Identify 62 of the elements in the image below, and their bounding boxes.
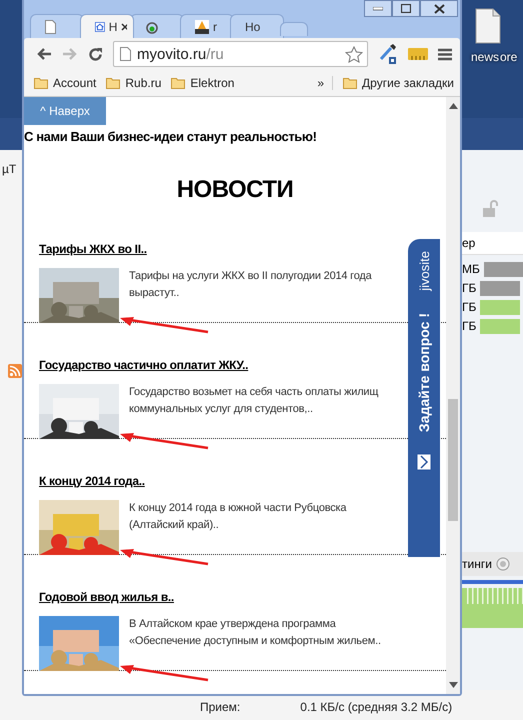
bookmark-folder[interactable]: Account [34, 76, 96, 90]
scrollbar[interactable] [446, 97, 460, 694]
minimize-button[interactable] [364, 0, 392, 17]
chat-widget-tab[interactable]: jivosite Задайте вопрос ! [408, 239, 440, 557]
minimize-icon [373, 6, 383, 10]
news-summary: К концу 2014 года в южной части Рубцовска (Алтайский край).. [129, 501, 348, 533]
bookmark-folder[interactable]: Elektron [171, 76, 234, 90]
size-cell: ГБ [462, 281, 476, 295]
radio-icon[interactable] [496, 557, 510, 571]
ruler-icon[interactable] [408, 48, 428, 60]
close-icon[interactable] [121, 22, 127, 30]
news-title-link[interactable]: К концу 2014 года.. [39, 474, 145, 488]
news-title-link[interactable]: Государство частично оплатит ЖКУ.. [39, 358, 248, 372]
section-heading: НОВОСТИ [176, 176, 294, 204]
rss-icon [8, 364, 22, 378]
size-cell: МБ [462, 262, 480, 276]
column-header[interactable]: ер [462, 236, 476, 250]
browser-tab[interactable] [30, 14, 84, 38]
news-summary: В Алтайском крае утверждена программа «Обеспечение доступным и комфортным жильем.. [129, 617, 382, 649]
speed-graph [462, 580, 523, 630]
close-button[interactable] [420, 0, 458, 17]
bookmark-folder[interactable]: Другие закладки [343, 76, 454, 90]
menu-icon[interactable] [438, 48, 452, 60]
maximize-icon [401, 4, 411, 13]
page-icon [45, 20, 56, 34]
size-cell: ГБ [462, 300, 476, 314]
news-title-link[interactable]: Тарифы ЖКХ во II.. [39, 242, 147, 256]
ring-icon [145, 20, 159, 34]
document-icon[interactable] [475, 8, 501, 44]
scroll-thumb[interactable] [448, 399, 458, 521]
browser-tab[interactable]: r [180, 14, 234, 38]
news-summary: Тарифы на услуги ЖКХ во II полугодии 2014 года вырастут.. [129, 269, 373, 301]
news-title-link[interactable]: Годовой ввод жилья в.. [39, 590, 174, 604]
more-bookmarks-button[interactable]: » [317, 76, 334, 90]
logo-icon [195, 20, 209, 34]
chevron-icon [417, 454, 431, 470]
bookmark-folder[interactable]: Rub.ru [106, 76, 162, 90]
status-label: Прием: [200, 700, 240, 714]
news-summary: Государство возьмет на себя часть оплаты жилищ коммунальных услуг для студентов,.. [129, 385, 380, 417]
app-logo-text: µT [2, 162, 16, 176]
desktop-icon-label[interactable]: news [470, 50, 499, 64]
address-bar[interactable]: myovito.ru/ru [113, 41, 368, 67]
browser-tab[interactable]: H [80, 14, 134, 38]
status-value: 0.1 КБ/с (средняя 3.2 МБ/с) [300, 700, 452, 714]
maximize-button[interactable] [392, 0, 420, 17]
folder-icon [171, 77, 186, 89]
home-icon [95, 20, 105, 34]
desktop-icon-label[interactable]: ore [500, 50, 518, 64]
scroll-up-icon[interactable] [448, 103, 458, 109]
tagline: С нами Ваши бизнес-идеи станут реальностью! [24, 129, 318, 144]
folder-icon [106, 77, 120, 89]
page-icon [120, 47, 131, 61]
eyedropper-icon[interactable] [378, 43, 398, 65]
reload-icon[interactable] [88, 46, 103, 62]
close-icon [434, 4, 444, 14]
browser-tab[interactable]: Ho [230, 14, 284, 38]
scroll-down-icon[interactable] [448, 682, 458, 688]
star-icon[interactable] [345, 46, 363, 62]
size-cell: ГБ [462, 319, 476, 333]
folder-icon [343, 77, 358, 89]
folder-icon [34, 77, 48, 89]
back-icon[interactable] [36, 47, 52, 61]
